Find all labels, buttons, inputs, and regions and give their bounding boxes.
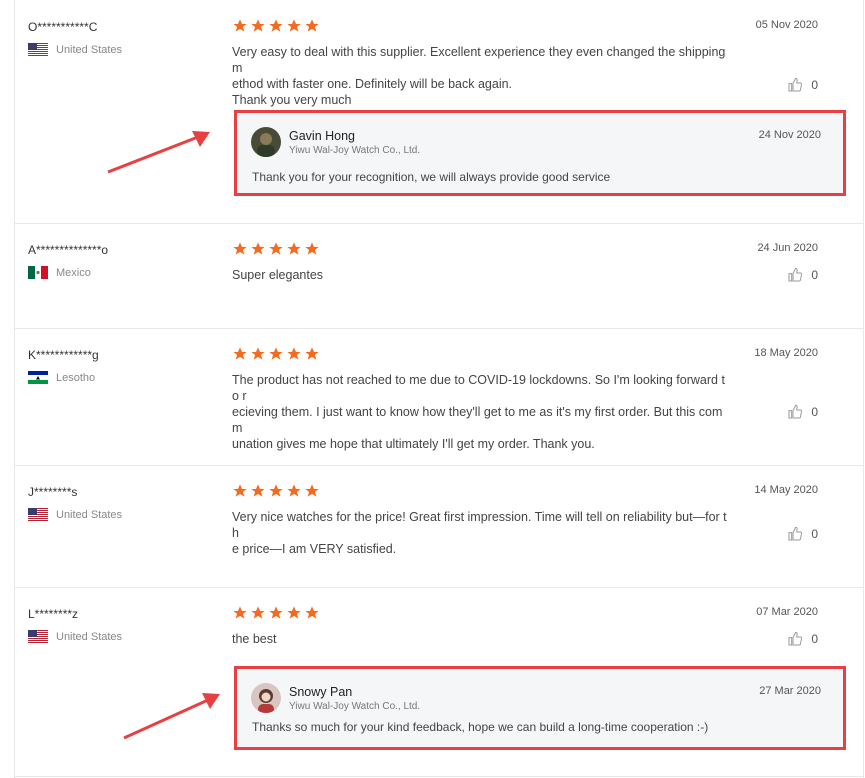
thumbs-up-icon	[788, 526, 803, 541]
review-text: Very easy to deal with this supplier. Ex…	[232, 45, 726, 107]
star-icon	[251, 347, 265, 360]
thumbs-up-icon	[788, 267, 803, 282]
star-icon	[269, 606, 283, 619]
thumbs-up-icon	[788, 631, 803, 646]
review-date: 05 Nov 2020	[755, 19, 818, 31]
star-icon	[251, 606, 265, 619]
reply-text: Thanks so much for your kind feedback, h…	[252, 720, 709, 734]
country-label: Mexico	[56, 266, 91, 279]
star-icon	[233, 484, 247, 497]
thumbs-up-icon	[788, 404, 803, 419]
seller-company: Yiwu Wal-Joy Watch Co., Ltd.	[289, 145, 421, 156]
reviewer-country: United States	[28, 630, 122, 643]
country-label: Lesotho	[56, 371, 96, 384]
helpful-button[interactable]: 0	[787, 77, 818, 93]
review-date: 18 May 2020	[754, 347, 818, 359]
star-icon	[251, 19, 265, 32]
star-icon	[233, 606, 247, 619]
helpful-count: 0	[811, 405, 818, 419]
star-icon	[233, 242, 247, 255]
us-flag-icon	[28, 43, 48, 56]
star-icon	[305, 19, 319, 32]
star-icon	[287, 347, 301, 360]
seller-name: Gavin Hong	[289, 129, 356, 143]
annotation-arrow-2	[123, 693, 220, 740]
reviewer-country: United States	[28, 43, 122, 56]
us-flag-icon	[28, 508, 48, 521]
review-text: The product has not reached to me due to…	[232, 373, 725, 451]
helpful-button[interactable]: 0	[787, 526, 818, 542]
star-rating	[232, 483, 320, 499]
helpful-button[interactable]: 0	[787, 267, 818, 283]
star-icon	[305, 606, 319, 619]
star-icon	[305, 347, 319, 360]
country-label: United States	[56, 508, 123, 521]
review-text: Super elegantes	[232, 268, 324, 282]
thumbs-up-icon	[788, 77, 803, 92]
review-text: the best	[232, 632, 277, 646]
review-date: 07 Mar 2020	[756, 606, 818, 618]
reviewer-country: Lesotho	[28, 371, 95, 384]
reviewer-name: A**************o	[28, 243, 109, 257]
star-icon	[287, 242, 301, 255]
star-icon	[269, 19, 283, 32]
star-icon	[287, 19, 301, 32]
star-icon	[305, 484, 319, 497]
review-item: J********s United States 14 May 2020 Ver…	[14, 465, 864, 588]
star-icon	[269, 484, 283, 497]
review-date: 14 May 2020	[754, 484, 818, 496]
star-rating	[232, 346, 320, 362]
country-label: United States	[56, 43, 123, 56]
reviewer-name: J********s	[28, 485, 78, 499]
review-item: L********z United States 07 Mar 2020 the…	[14, 587, 864, 777]
review-item: K************g Lesotho 18 May 2020 The p…	[14, 328, 864, 466]
reviewer-name: L********z	[28, 607, 79, 621]
star-icon	[233, 19, 247, 32]
reviewer-name: O***********C	[28, 20, 98, 34]
seller-reply: Snowy Pan Yiwu Wal-Joy Watch Co., Ltd. 2…	[234, 666, 846, 750]
reviewer-name: K************g	[28, 348, 99, 362]
reply-date: 24 Nov 2020	[758, 129, 821, 141]
us-flag-icon	[28, 630, 48, 643]
star-icon	[251, 242, 265, 255]
star-icon	[269, 347, 283, 360]
star-rating	[232, 605, 320, 621]
seller-avatar	[251, 127, 281, 157]
helpful-count: 0	[811, 527, 818, 541]
star-icon	[269, 242, 283, 255]
review-item: O***********C United States 05 Nov 2020 …	[14, 0, 864, 224]
helpful-button[interactable]: 0	[787, 404, 818, 420]
reviewer-country: United States	[28, 508, 122, 521]
reply-text: Thank you for your recognition, we will …	[252, 170, 611, 184]
helpful-button[interactable]: 0	[787, 631, 818, 647]
reviewer-country: Mexico	[28, 266, 91, 279]
seller-avatar	[251, 683, 281, 713]
seller-name: Snowy Pan	[289, 685, 353, 699]
seller-reply: Gavin Hong Yiwu Wal-Joy Watch Co., Ltd. …	[234, 110, 846, 196]
review-date: 24 Jun 2020	[757, 242, 818, 254]
star-icon	[287, 484, 301, 497]
reply-date: 27 Mar 2020	[759, 685, 821, 697]
star-rating	[232, 18, 320, 34]
country-label: United States	[56, 630, 123, 643]
seller-company: Yiwu Wal-Joy Watch Co., Ltd.	[289, 701, 421, 712]
mx-flag-icon	[28, 266, 48, 279]
helpful-count: 0	[811, 632, 818, 646]
star-icon	[251, 484, 265, 497]
star-icon	[305, 242, 319, 255]
review-item: A**************o Mexico 24 Jun 2020 Supe…	[14, 223, 864, 329]
ls-flag-icon	[28, 371, 48, 384]
star-icon	[233, 347, 247, 360]
helpful-count: 0	[811, 268, 818, 282]
review-text: Very nice watches for the price! Great f…	[232, 510, 727, 556]
annotation-arrow-1	[107, 131, 210, 174]
star-icon	[287, 606, 301, 619]
helpful-count: 0	[811, 78, 818, 92]
star-rating	[232, 241, 320, 257]
